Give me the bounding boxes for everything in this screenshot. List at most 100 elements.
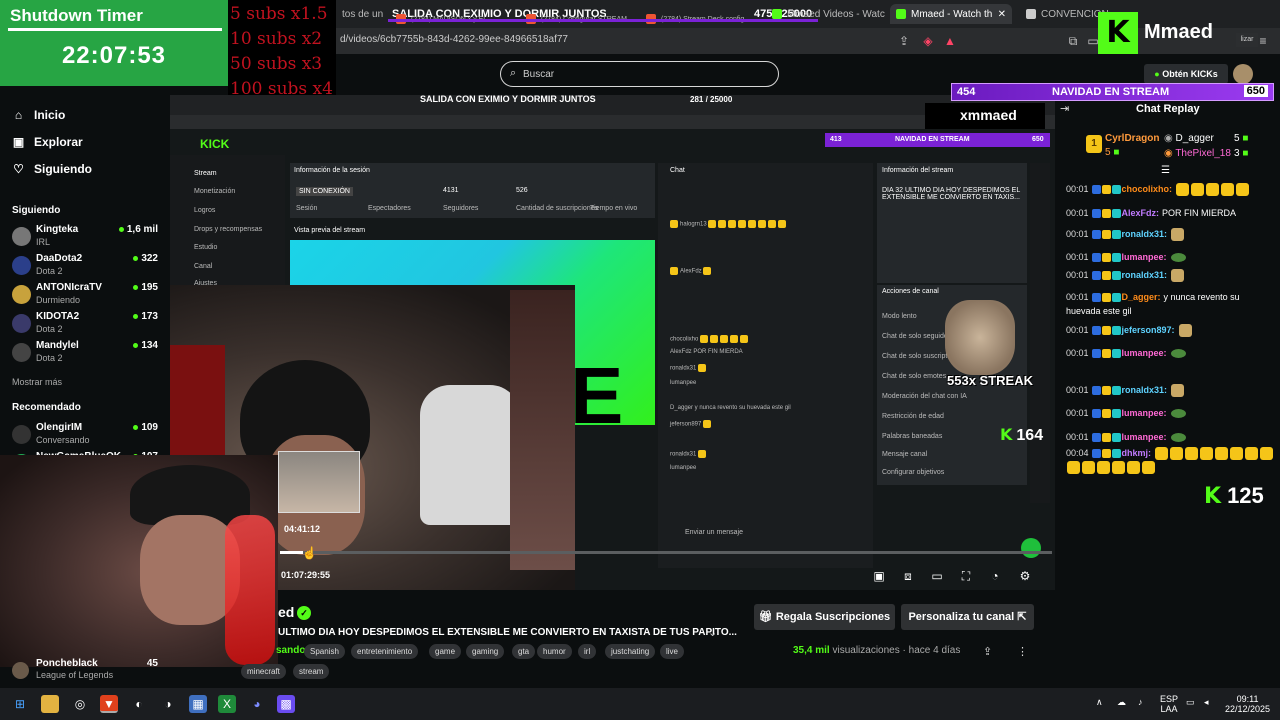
goal-progress <box>388 19 818 22</box>
search-input[interactable]: ⌕ Buscar <box>500 61 779 87</box>
tag-chip[interactable]: Spanish <box>304 644 345 659</box>
tag-chip[interactable]: gta <box>512 644 536 659</box>
message-username[interactable]: ronaldx31: <box>1122 385 1168 395</box>
more-options-icon[interactable]: ⋮ <box>1017 645 1028 658</box>
christmas-goal-bar: 454 NAVIDAD EN STREAM 650 <box>951 83 1274 101</box>
brave-shield-icon[interactable]: ◈ <box>920 33 936 49</box>
tab-active[interactable]: Mmaed - Watch th ✕ <box>890 4 1012 24</box>
network-icon[interactable]: ▭ <box>1186 697 1195 707</box>
volume-icon[interactable]: ◂ <box>1204 697 1209 707</box>
message-username[interactable]: lumanpee: <box>1122 348 1167 358</box>
clock[interactable]: 09:11 22/12/2025 <box>1225 694 1270 714</box>
emote-icon <box>1082 461 1095 475</box>
discord-icon[interactable]: ◕ <box>248 695 266 713</box>
excel-icon[interactable]: X <box>218 695 236 713</box>
tag-chip[interactable]: justchating <box>605 644 656 659</box>
fullscreen-icon[interactable]: ⛶ <box>958 568 974 584</box>
settings-gear-icon[interactable]: ⚙ <box>1017 568 1033 584</box>
emote-icon <box>1215 447 1229 461</box>
obs-studio-icon[interactable]: ◑ <box>159 695 177 713</box>
sidebar-channel[interactable]: Kingteka IRL 1,6 mil <box>12 224 162 252</box>
cloud-icon[interactable]: ☁ <box>1117 697 1126 707</box>
sidebar-channel[interactable]: Mandylel Dota 2 134 <box>12 340 162 368</box>
message-username[interactable]: D_agger: <box>1122 292 1161 302</box>
collapse-chat-icon[interactable]: ⇥ <box>1060 102 1069 115</box>
sidebar-channel[interactable]: KIDOTA2 Dota 2 173 <box>12 311 162 339</box>
badge-icon <box>1111 349 1121 359</box>
chevron-down-icon[interactable]: ⌄ <box>708 626 717 639</box>
taskbar: ⊞ ◎ ▼ ◐ ◑ ▦ X ◕ ▩ ∧ ☁ ♪ ESP LAA ▭ ◂ 09:11… <box>0 688 1280 720</box>
message-username[interactable]: AlexFdz: <box>1122 208 1160 218</box>
tag-chip[interactable]: irl <box>578 644 597 659</box>
top-gifter-name[interactable]: ◉ D_agger <box>1164 133 1214 144</box>
windows-start-icon[interactable]: ⊞ <box>11 695 29 713</box>
microphone-icon[interactable]: ♪ <box>1138 697 1143 707</box>
message-username[interactable]: ronaldx31: <box>1122 270 1168 280</box>
pip-icon[interactable]: ▣ <box>871 568 887 584</box>
message-username[interactable]: ronaldx31: <box>1122 229 1168 239</box>
customize-channel-button[interactable]: Personaliza tu canal ⇱ <box>901 604 1034 630</box>
channel-game: Dota 2 <box>36 266 63 276</box>
get-kicks-button[interactable]: ● Obtén KICKs <box>1144 64 1228 84</box>
sidebar-channel[interactable]: DaaDota2 Dota 2 322 <box>12 253 162 281</box>
message-username[interactable]: dhkmj: <box>1122 448 1152 458</box>
sidebar-channel[interactable]: OlengirIM Conversando 109 <box>12 422 162 450</box>
app-grid-icon[interactable]: ▩ <box>277 695 295 713</box>
tag-chip[interactable]: entretenimiento <box>351 644 419 659</box>
steam-icon[interactable]: ◎ <box>71 695 89 713</box>
goal-right-value: 650 <box>1243 85 1268 97</box>
expand-gifters-icon[interactable]: ☰ <box>1161 165 1170 176</box>
channel-name: DaaDota2 <box>36 253 83 264</box>
chevron-up-icon[interactable]: ∧ <box>1096 697 1103 707</box>
theater-icon[interactable]: ▭ <box>929 568 945 584</box>
badge-icon <box>1111 293 1121 303</box>
sidebar-channel[interactable]: Poncheblack League of Legends 45 <box>12 658 162 682</box>
obs-icon[interactable]: ◐ <box>130 695 148 713</box>
tag-chip[interactable]: stream <box>293 664 330 679</box>
gift-subs-button[interactable]: 🎁︎ Regala Suscripciones <box>754 604 895 630</box>
tag-chip[interactable]: minecraft <box>241 664 286 679</box>
channel-name: Mandylel <box>36 340 79 351</box>
message-username[interactable]: lumanpee: <box>1122 408 1167 418</box>
message-username[interactable]: jeferson897: <box>1122 325 1175 335</box>
language-indicator[interactable]: ESP LAA <box>1160 694 1178 714</box>
tab[interactable]: tos de un <box>336 4 390 24</box>
tag-chip[interactable]: game <box>429 644 462 659</box>
tag-chip[interactable]: live <box>660 644 685 659</box>
refresh-icon[interactable] <box>1021 538 1041 558</box>
nav-explorar[interactable]: ▣ Explorar <box>12 135 83 149</box>
brave-browser-icon[interactable]: ▼ <box>100 695 118 713</box>
message-username[interactable]: lumanpee: <box>1122 432 1167 442</box>
tag-chip[interactable]: humor <box>537 644 572 659</box>
top-gifter-name[interactable]: CyrlDragon <box>1105 133 1159 144</box>
message-username[interactable]: chocolixho: <box>1122 184 1173 194</box>
captured-stat-label: Tiempo en vivo <box>590 205 638 212</box>
share-icon[interactable]: ⇪ <box>896 33 912 49</box>
brave-rewards-icon[interactable]: ▲ <box>942 33 958 49</box>
nav-inicio[interactable]: ⌂ Inicio <box>12 108 65 122</box>
nav-siguiendo[interactable]: ♡ Siguiendo <box>12 162 92 176</box>
seek-bar[interactable] <box>280 551 1052 554</box>
tab-label: Mmaed - Watch th <box>911 8 993 20</box>
user-avatar[interactable] <box>1233 64 1253 84</box>
message-username[interactable]: lumanpee: <box>1122 252 1167 262</box>
tag-chip[interactable]: gaming <box>466 644 505 659</box>
chat-message: 00:01 lumanpee: <box>1066 346 1276 360</box>
avatar <box>12 285 31 304</box>
extensions-icon[interactable]: ⧉ <box>1065 33 1081 49</box>
file-explorer-icon[interactable] <box>41 695 59 713</box>
show-more-link[interactable]: Mostrar más <box>12 377 62 387</box>
emote-icon <box>1230 447 1244 461</box>
calculator-icon[interactable]: ▦ <box>189 695 207 713</box>
close-icon[interactable]: ✕ <box>998 9 1006 20</box>
subs-line: 10 subs x2 <box>230 29 323 49</box>
category-link[interactable]: sando <box>276 645 305 656</box>
top-gifter-name[interactable]: ◉ ThePixel_18 <box>1164 148 1231 159</box>
channel-name: ANTONIcraTV <box>36 282 102 293</box>
share-icon[interactable]: ⇪ <box>983 645 992 658</box>
speed-icon[interactable]: ◔ <box>987 568 1003 584</box>
channel-name[interactable]: ed <box>278 604 294 620</box>
clip-icon[interactable]: ⧈ <box>900 568 916 584</box>
video-player[interactable]: SALIDA CON EXIMIO Y DORMIR JUNTOS 281 / … <box>170 95 1055 590</box>
sidebar-channel[interactable]: ANTONIcraTV Durmiendo 195 <box>12 282 162 310</box>
